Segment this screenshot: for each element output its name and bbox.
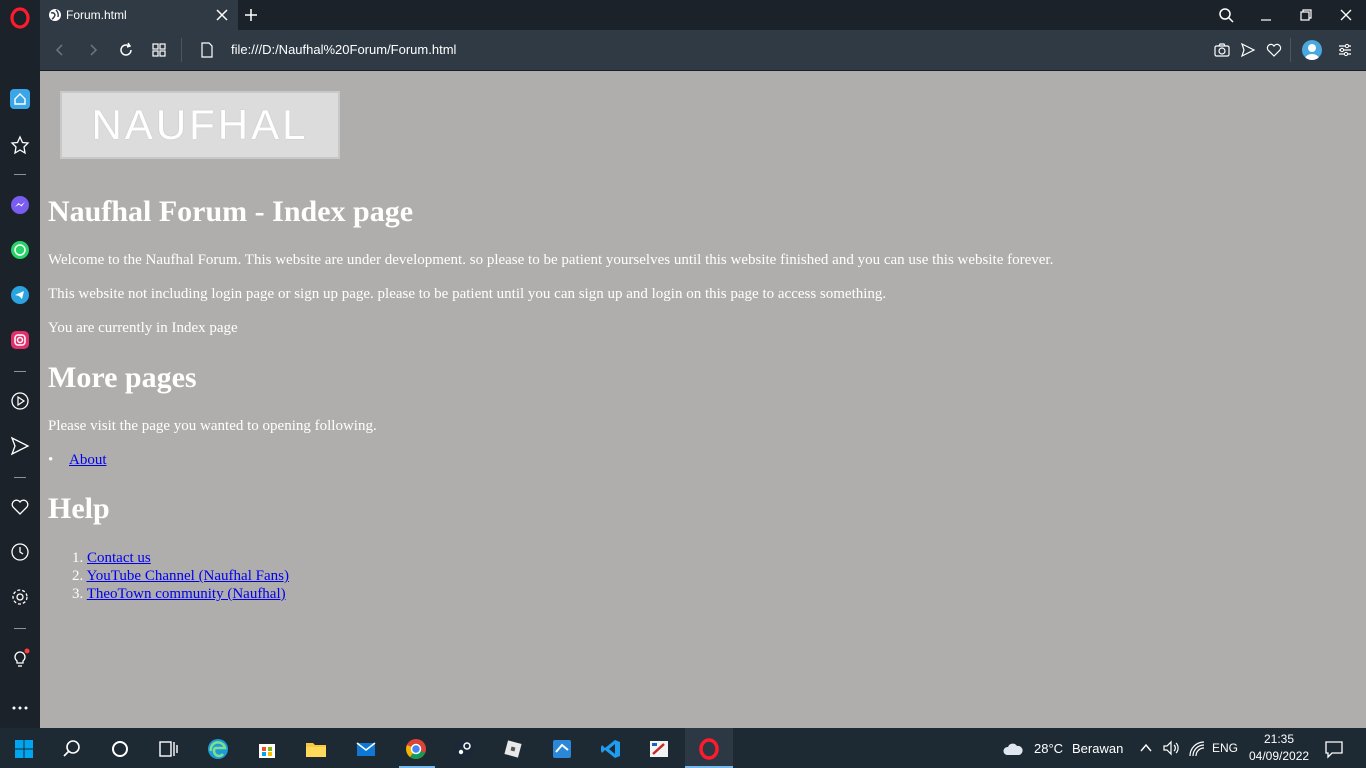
more-dots-icon[interactable] [10,698,30,718]
settings-gear-icon[interactable] [10,587,30,607]
file-explorer-icon[interactable] [305,738,327,760]
opera-taskbar-icon[interactable] [698,738,720,760]
list-number: 1. [72,550,84,566]
mail-icon[interactable] [355,738,377,760]
opera-logo-icon [10,7,30,29]
current-page-paragraph: You are currently in Index page [48,320,238,336]
help-list-item: 3. TheoTown community (Naufhal) [72,586,286,603]
chrome-icon[interactable] [405,738,427,760]
reload-icon[interactable] [118,42,134,58]
address-bar: file:///D:/Naufhal%20Forum/Forum.html [40,30,1366,71]
tab-title: Forum.html [66,8,127,22]
login-note-paragraph: This website not including login page or… [48,286,887,302]
search-icon[interactable] [61,738,83,760]
notifications-icon[interactable] [1323,738,1345,760]
tips-lightbulb-icon[interactable] [10,648,30,668]
roblox-icon[interactable] [502,738,524,760]
weather-temperature[interactable]: 28°C [1034,741,1063,756]
welcome-paragraph: Welcome to the Naufhal Forum. This websi… [48,252,1054,268]
cloud-weather-icon [1003,743,1023,755]
globe-icon [49,9,61,21]
history-clock-icon[interactable] [10,542,30,562]
toolbar-divider [181,38,182,62]
back-icon[interactable] [52,42,68,58]
task-view-icon[interactable] [157,738,179,760]
weather-description[interactable]: Berawan [1072,741,1123,756]
opera-sidebar [0,30,40,728]
youtube-channel-link[interactable]: YouTube Channel (Naufhal Fans) [86,568,289,584]
tab-strip: Forum.html [0,0,1366,30]
edge-icon[interactable] [207,738,229,760]
clock-time[interactable]: 21:35 [1264,732,1294,746]
whatsapp-icon[interactable] [10,240,30,260]
bullet: • [48,452,54,468]
bookmarks-star-icon[interactable] [10,135,30,155]
sidebar-divider [14,174,26,175]
heading-index: Naufhal Forum - Index page [48,195,414,228]
steam-icon[interactable] [453,738,475,760]
contact-us-link[interactable]: Contact us [87,550,151,566]
favorites-heart-icon[interactable] [10,497,30,517]
sidebar-divider [14,477,26,478]
profile-avatar[interactable] [1302,40,1322,60]
heading-more-pages: More pages [48,361,197,394]
about-link[interactable]: About [69,452,107,468]
logo-text: NAUFHAL [91,101,309,148]
toolbar-divider [1290,38,1291,62]
tiles-icon[interactable] [151,42,167,58]
search-tabs-icon[interactable] [1218,7,1234,23]
close-tab-icon[interactable] [214,7,230,23]
close-window-icon[interactable] [1338,7,1354,23]
paint-icon[interactable] [648,738,670,760]
theotown-icon[interactable] [551,738,573,760]
heart-icon[interactable] [1266,42,1282,58]
network-icon[interactable] [1188,740,1206,758]
language-indicator[interactable]: ENG [1212,741,1238,755]
tab-forum[interactable]: Forum.html [40,0,238,30]
url-field[interactable]: file:///D:/Naufhal%20Forum/Forum.html [231,42,456,57]
clock-date[interactable]: 04/09/2022 [1249,749,1309,763]
snapshot-icon[interactable] [1214,42,1230,58]
chevron-up-icon[interactable] [1138,740,1154,756]
theotown-community-link[interactable]: TheoTown community (Naufhal) [87,586,286,602]
flow-send-icon[interactable] [10,436,30,456]
list-number: 2. [72,568,84,584]
site-logo: NAUFHAL [60,91,340,159]
sidebar-divider [14,628,26,629]
vscode-icon[interactable] [600,738,622,760]
help-list-item: 1. Contact us [72,550,151,567]
cortana-icon[interactable] [109,738,131,760]
easy-setup-icon[interactable] [1337,42,1353,58]
new-tab-icon[interactable] [243,7,259,23]
restore-icon[interactable] [1298,7,1314,23]
visit-paragraph: Please visit the page you wanted to open… [48,418,377,434]
telegram-icon[interactable] [10,285,30,305]
forward-icon[interactable] [85,42,101,58]
instagram-icon[interactable] [10,330,30,350]
minimize-icon[interactable] [1258,7,1274,23]
list-number: 3. [72,586,84,602]
heading-help: Help [48,492,110,525]
player-icon[interactable] [10,391,30,411]
home-icon[interactable] [10,89,30,109]
store-icon[interactable] [256,738,278,760]
user-icon [1305,44,1319,60]
sidebar-divider [14,371,26,372]
messenger-icon[interactable] [10,195,30,215]
web-page-content: NAUFHAL Naufhal Forum - Index page Welco… [40,70,1366,728]
file-icon [201,42,213,58]
send-icon[interactable] [1240,42,1256,58]
volume-icon[interactable] [1162,739,1180,757]
windows-taskbar: 28°C Berawan ENG 21:35 04/09/2022 [0,728,1366,768]
help-list-item: 2. YouTube Channel (Naufhal Fans) [72,568,289,585]
windows-start-icon[interactable] [13,738,35,760]
more-pages-list-item: • About [48,452,107,469]
